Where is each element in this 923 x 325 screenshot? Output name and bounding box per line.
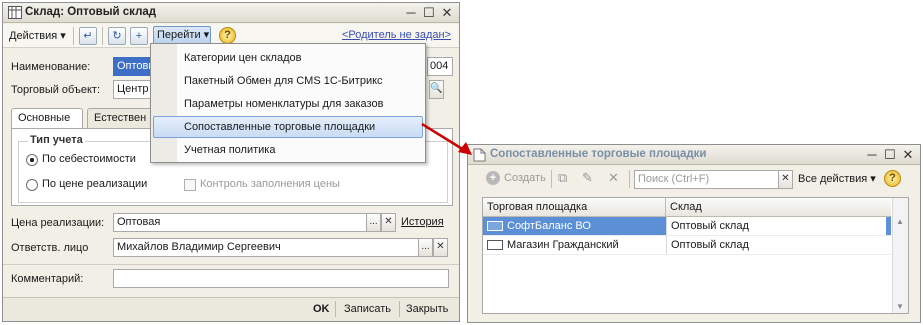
help-icon[interactable]: ?: [884, 170, 901, 187]
toolbar: + Создать ⧉ ✎ ✕ Поиск (Ctrl+F) ✕ Все дей…: [468, 167, 920, 191]
price-control-label: Контроль заполнения цены: [200, 178, 340, 190]
column-header-warehouse[interactable]: Склад: [666, 198, 891, 217]
tab-natural[interactable]: Естествен: [87, 108, 157, 128]
delete-icon[interactable]: ✕: [608, 170, 619, 186]
create-button[interactable]: Создать: [504, 172, 546, 184]
footer-bar: OK Записать Закрыть: [3, 297, 459, 321]
column-header-platform[interactable]: Торговая площадка: [483, 198, 666, 217]
all-actions-label: Все действия: [798, 173, 868, 185]
minimize-icon[interactable]: ─: [864, 147, 880, 162]
goto-dropdown-menu: Категории цен складов Пакетный Обмен для…: [150, 43, 426, 163]
responsible-clear-icon[interactable]: ✕: [433, 238, 448, 257]
table-row[interactable]: СофтБаланс ВО Оптовый склад: [483, 217, 891, 236]
marketplace-icon: [487, 240, 503, 250]
actions-label: Действия: [9, 30, 58, 42]
platform-cell: Магазин Гражданский: [507, 239, 619, 251]
menu-item-price-categories[interactable]: Категории цен складов: [153, 47, 423, 69]
actions-menu-button[interactable]: Действия ▾: [9, 28, 66, 44]
sale-price-label: Цена реализации:: [11, 217, 105, 229]
toolbar-separator: [629, 170, 630, 188]
all-actions-button[interactable]: Все действия ▾: [798, 172, 876, 185]
radio-by-sale-price[interactable]: [26, 179, 38, 191]
trade-object-label: Торговый объект:: [11, 84, 101, 96]
search-clear-icon[interactable]: ✕: [778, 170, 793, 189]
sale-price-select-button[interactable]: ...: [366, 213, 381, 232]
trade-object-field[interactable]: Центр: [113, 80, 153, 99]
parent-link[interactable]: <Родитель не задан>: [342, 29, 451, 41]
window-title: Склад: Оптовый склад: [25, 6, 157, 18]
goto-label: Перейти: [157, 29, 201, 41]
refresh-icon[interactable]: ↻: [108, 27, 126, 45]
catalog-icon: [8, 6, 22, 19]
dropdown-arrow-icon: ▾: [203, 29, 210, 41]
responsible-select-button[interactable]: ...: [418, 238, 433, 257]
name-field[interactable]: Оптовы: [113, 57, 153, 76]
name-label: Наименование:: [11, 61, 91, 73]
marketplaces-window: Сопоставленные торговые площадки ─ ☐ ✕ +…: [467, 144, 921, 323]
radio-by-cost-label: По себестоимости: [42, 153, 136, 165]
add-icon[interactable]: +: [486, 171, 500, 185]
table-row[interactable]: Магазин Гражданский Оптовый склад: [483, 236, 891, 255]
maximize-icon[interactable]: ☐: [421, 5, 437, 20]
footer-separator: [335, 301, 336, 317]
radio-by-cost[interactable]: [26, 154, 38, 166]
save-button[interactable]: Записать: [344, 303, 391, 315]
maximize-icon[interactable]: ☐: [882, 147, 898, 162]
marketplaces-table: Торговая площадка Склад СофтБаланс ВО Оп…: [482, 197, 909, 314]
minimize-icon[interactable]: ─: [403, 5, 419, 20]
platform-cell: СофтБаланс ВО: [507, 220, 591, 232]
tab-main[interactable]: Основные: [11, 108, 83, 128]
history-link[interactable]: История: [401, 216, 444, 228]
title-bar: Склад: Оптовый склад ─ ☐ ✕: [3, 3, 459, 23]
account-type-title: Тип учета: [28, 134, 85, 146]
ok-button[interactable]: OK: [313, 303, 330, 315]
scroll-up-icon[interactable]: ▲: [896, 217, 904, 226]
close-icon[interactable]: ✕: [900, 147, 916, 162]
dropdown-arrow-icon: ▾: [870, 173, 876, 185]
menu-item-order-params[interactable]: Параметры номенклатуры для заказов: [153, 93, 423, 115]
window-title: Сопоставленные торговые площадки: [490, 148, 707, 160]
marketplace-icon: [487, 221, 503, 231]
save-exit-icon[interactable]: ↵: [79, 27, 97, 45]
title-bar: Сопоставленные торговые площадки ─ ☐ ✕: [468, 145, 920, 165]
menu-item-accounting-policy[interactable]: Учетная политика: [153, 139, 423, 161]
toolbar-separator: [73, 27, 74, 45]
pointer-arrow: [421, 122, 472, 155]
price-control-checkbox[interactable]: [184, 179, 196, 191]
comment-label: Комментарий:: [11, 273, 84, 285]
divider: [3, 264, 459, 265]
toolbar-separator: [102, 27, 103, 45]
menu-item-mapped-marketplaces[interactable]: Сопоставленные торговые площадки: [153, 116, 423, 138]
trade-object-search-icon[interactable]: 🔍: [429, 80, 444, 99]
copy-icon[interactable]: ⧉: [558, 170, 567, 186]
sale-price-field[interactable]: Оптовая: [113, 213, 367, 232]
responsible-field[interactable]: Михайлов Владимир Сергеевич: [113, 238, 419, 257]
warehouse-cell: Оптовый склад: [666, 236, 886, 254]
search-input[interactable]: Поиск (Ctrl+F): [634, 170, 779, 189]
help-icon[interactable]: ?: [219, 27, 236, 44]
footer-separator: [399, 301, 400, 317]
copy-document-icon[interactable]: +: [130, 27, 148, 45]
scroll-down-icon[interactable]: ▼: [896, 302, 904, 311]
close-button[interactable]: Закрыть: [406, 303, 448, 315]
sale-price-clear-icon[interactable]: ✕: [381, 213, 396, 232]
code-field[interactable]: 004: [427, 57, 453, 76]
responsible-label: Ответств. лицо: [11, 242, 89, 254]
warehouse-cell: Оптовый склад: [666, 217, 886, 235]
menu-item-bitrix-exchange[interactable]: Пакетный Обмен для CMS 1С-Битрикс: [153, 70, 423, 92]
edit-icon[interactable]: ✎: [582, 170, 593, 186]
vertical-scrollbar[interactable]: ▲ ▼: [892, 198, 908, 313]
radio-by-sale-price-label: По цене реализации: [42, 178, 148, 190]
close-icon[interactable]: ✕: [439, 5, 455, 20]
toolbar-separator: [551, 170, 552, 188]
dropdown-arrow-icon: ▾: [60, 30, 66, 42]
comment-field[interactable]: [113, 269, 449, 288]
